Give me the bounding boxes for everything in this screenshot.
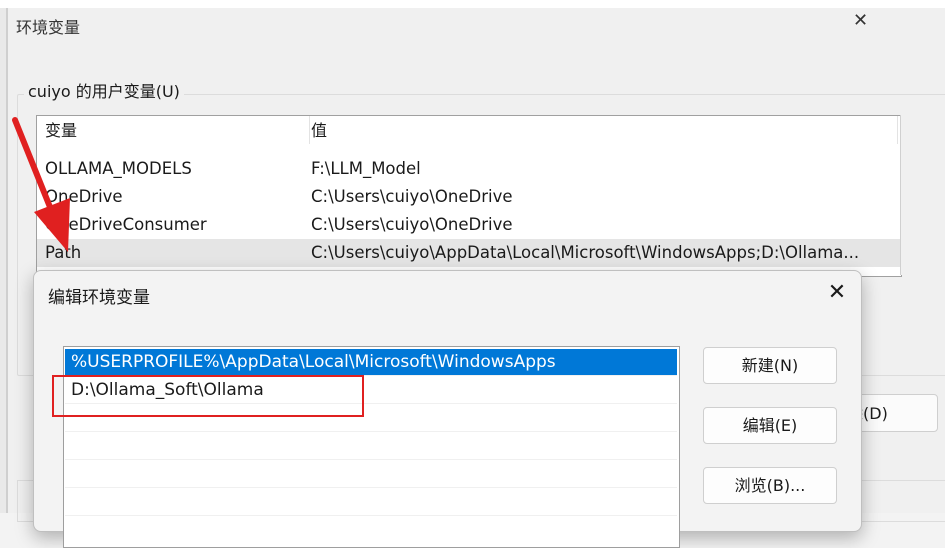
column-header-variable[interactable]: 变量: [37, 116, 310, 144]
table-row[interactable]: OLLAMA_MODELS F:\LLM_Model: [37, 155, 901, 183]
path-entry-empty[interactable]: [65, 405, 677, 432]
new-button[interactable]: 新建(N): [703, 347, 837, 384]
path-entry-selected[interactable]: %USERPROFILE%\AppData\Local\Microsoft\Wi…: [65, 349, 677, 376]
edit-button[interactable]: 编辑(E): [703, 407, 837, 444]
variable-value: C:\Users\cuiyo\OneDrive: [311, 187, 513, 206]
dialog-title: 编辑环境变量: [48, 288, 150, 308]
browse-button[interactable]: 浏览(B)...: [703, 467, 837, 504]
path-entry[interactable]: D:\Ollama_Soft\Ollama: [65, 377, 677, 404]
path-entries-list[interactable]: %USERPROFILE%\AppData\Local\Microsoft\Wi…: [63, 346, 680, 548]
variable-value: C:\Users\cuiyo\AppData\Local\Microsoft\W…: [311, 243, 860, 262]
path-entry-empty[interactable]: [65, 489, 677, 516]
variable-value: C:\Users\cuiyo\OneDrive: [311, 215, 513, 234]
table-row[interactable]: OneDriveConsumer C:\Users\cuiyo\OneDrive: [37, 211, 901, 239]
user-variables-table[interactable]: 变量 值 OLLAMA_MODELS F:\LLM_Model OneDrive…: [36, 115, 902, 277]
variable-name: OneDrive: [45, 187, 123, 206]
variable-name: OneDriveConsumer: [45, 215, 207, 234]
window-title: 环境变量: [16, 18, 81, 37]
table-scrollbar[interactable]: [900, 115, 945, 275]
edit-environment-variable-dialog: 编辑环境变量 ✕ %USERPROFILE%\AppData\Local\Mic…: [33, 270, 862, 548]
column-header-value[interactable]: 值: [303, 116, 898, 144]
variable-name: Path: [45, 243, 82, 262]
background-app-edge: [0, 8, 7, 513]
table-row-selected[interactable]: Path C:\Users\cuiyo\AppData\Local\Micros…: [37, 239, 901, 267]
close-icon[interactable]: ✕: [823, 279, 851, 307]
variable-value: F:\LLM_Model: [311, 159, 421, 178]
close-icon[interactable]: ✕: [853, 10, 868, 31]
table-row[interactable]: OneDrive C:\Users\cuiyo\OneDrive: [37, 183, 901, 211]
path-entry-empty[interactable]: [65, 461, 677, 488]
variable-name: OLLAMA_MODELS: [45, 159, 192, 178]
path-entry-empty[interactable]: [65, 433, 677, 460]
user-variables-label: cuiyo 的用户变量(U): [24, 78, 184, 102]
